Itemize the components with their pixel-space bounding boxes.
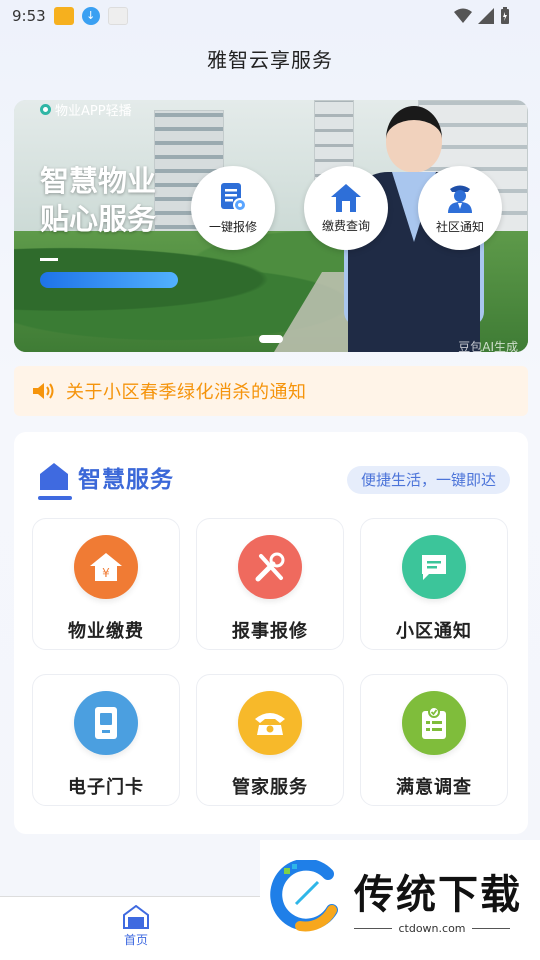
- wifi-icon: [454, 8, 472, 23]
- section-title: 智慧服务: [78, 467, 174, 493]
- house-yen-icon: ¥: [74, 535, 138, 599]
- tag-logo-icon: [40, 104, 51, 115]
- section-slogan: 便捷生活，一键即达: [346, 466, 510, 494]
- quick-action-label: 一键报修: [208, 219, 257, 234]
- banner-watermark: 豆包AI生成: [458, 340, 518, 352]
- service-label: 电子门卡: [68, 777, 144, 798]
- quick-action-payment[interactable]: 缴费查询: [304, 166, 388, 250]
- banner-dash: [40, 258, 58, 261]
- message-icon: [402, 535, 466, 599]
- banner-tag-text: 物业APP轻播: [55, 104, 132, 119]
- quick-action-label: 缴费查询: [321, 218, 370, 233]
- app-notification-icon: [53, 7, 74, 25]
- hero-banner[interactable]: 物业APP轻播 智慧物业 贴心服务 一键报修 缴费查询 社区通知 豆包AI生成: [14, 100, 528, 352]
- signal-icon: [478, 8, 494, 24]
- watermark-logo-icon: [270, 860, 338, 932]
- quick-action-label: 社区通知: [435, 219, 484, 234]
- smart-services-card: 智慧服务 便捷生活，一键即达 ¥ 物业缴费 报事报修 小区通知 电子门卡 管家服…: [14, 432, 528, 834]
- home-icon: [123, 905, 149, 929]
- site-watermark: 传统下载 ctdown.com: [260, 840, 540, 960]
- service-tile-butler[interactable]: 管家服务: [196, 674, 344, 806]
- status-bar: 9:53 ↓: [0, 0, 540, 32]
- app-notification-icon: [107, 7, 128, 25]
- page-title: 雅智云享服务: [207, 48, 333, 72]
- download-icon: ↓: [81, 7, 100, 25]
- officer-icon: [448, 185, 472, 213]
- service-label: 满意调查: [396, 777, 472, 798]
- wrench-screwdriver-icon: [238, 535, 302, 599]
- banner-headline-line2: 贴心服务: [40, 202, 157, 236]
- service-tile-community-notice[interactable]: 小区通知: [360, 518, 508, 650]
- door-card-icon: [74, 691, 138, 755]
- carousel-indicator[interactable]: [259, 335, 283, 343]
- tab-home-label: 首页: [123, 933, 148, 947]
- banner-headline-line1: 智慧物业: [40, 164, 157, 198]
- house-icon: [331, 183, 361, 212]
- service-tile-survey[interactable]: 满意调查: [360, 674, 508, 806]
- notice-bar[interactable]: 关于小区春季绿化消杀的通知: [14, 366, 528, 416]
- quick-action-repair[interactable]: 一键报修: [191, 166, 275, 250]
- battery-icon: [501, 7, 509, 24]
- banner-tag: 物业APP轻播: [40, 100, 132, 119]
- speaker-icon: [33, 383, 54, 399]
- watermark-subtitle-text: ctdown.com: [392, 922, 472, 935]
- banner-headline: 智慧物业 贴心服务: [40, 162, 156, 238]
- banner-progress-bar: [40, 272, 178, 288]
- home-section-icon: [40, 463, 68, 490]
- service-tile-repair[interactable]: 报事报修: [196, 518, 344, 650]
- svg-text:¥: ¥: [102, 566, 110, 580]
- status-time: 9:53: [12, 7, 46, 25]
- service-tile-door-card[interactable]: 电子门卡: [32, 674, 180, 806]
- notice-text: 关于小区春季绿化消杀的通知: [66, 382, 307, 403]
- section-title-underline: [38, 496, 72, 500]
- quick-action-notice[interactable]: 社区通知: [418, 166, 502, 250]
- tab-home[interactable]: 首页: [114, 905, 158, 948]
- service-label: 管家服务: [232, 777, 308, 798]
- service-tile-property-fee[interactable]: ¥ 物业缴费: [32, 518, 180, 650]
- document-pin-icon: [221, 182, 247, 212]
- status-indicators: [454, 7, 510, 25]
- phone-icon: [238, 691, 302, 755]
- service-label: 物业缴费: [68, 621, 144, 642]
- service-label: 小区通知: [396, 621, 472, 642]
- watermark-subtitle: ctdown.com: [354, 922, 510, 935]
- watermark-title: 传统下载: [354, 872, 522, 918]
- survey-clipboard-icon: [402, 691, 466, 755]
- service-label: 报事报修: [232, 621, 308, 642]
